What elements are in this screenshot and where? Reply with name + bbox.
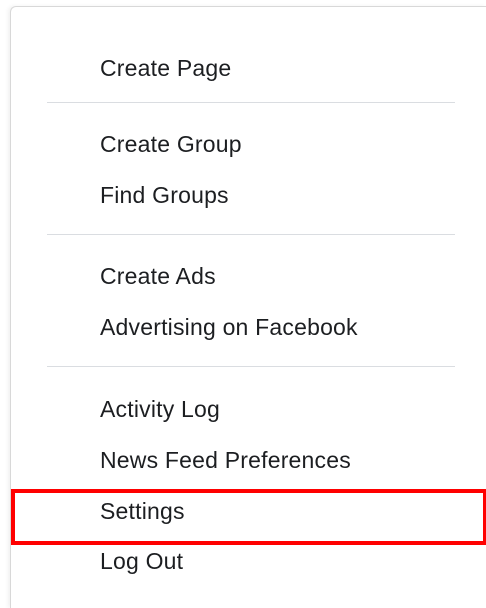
menu-divider — [47, 366, 455, 367]
menu-item-log-out[interactable]: Log Out — [100, 544, 183, 578]
menu-item-settings[interactable]: Settings — [100, 494, 185, 528]
account-dropdown-menu: Create Page Create Group Find Groups Cre… — [10, 6, 486, 608]
menu-divider — [47, 102, 455, 103]
menu-item-activity-log[interactable]: Activity Log — [100, 392, 220, 426]
menu-divider — [47, 234, 455, 235]
menu-item-create-ads[interactable]: Create Ads — [100, 259, 216, 293]
menu-item-find-groups[interactable]: Find Groups — [100, 178, 229, 212]
menu-item-news-feed-preferences[interactable]: News Feed Preferences — [100, 443, 351, 477]
menu-item-create-group[interactable]: Create Group — [100, 127, 242, 161]
menu-item-create-page[interactable]: Create Page — [100, 51, 231, 85]
menu-item-advertising[interactable]: Advertising on Facebook — [100, 310, 358, 344]
settings-highlight-box — [11, 489, 486, 545]
